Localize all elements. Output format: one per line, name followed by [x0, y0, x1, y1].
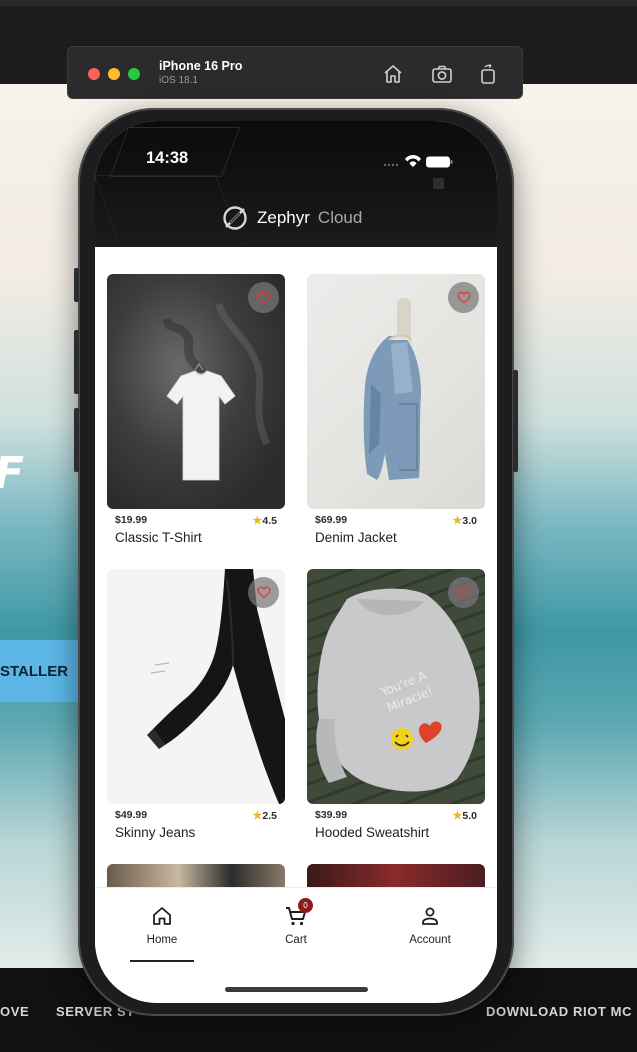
product-rating: ★5.0: [452, 810, 477, 822]
heart-icon: [257, 586, 270, 599]
product-rating: ★4.5: [252, 515, 277, 527]
background-installer-button[interactable]: STALLER: [0, 640, 78, 702]
camera-dot: [433, 178, 444, 189]
power-button[interactable]: [513, 370, 518, 472]
rotate-icon[interactable]: [476, 62, 500, 86]
product-card[interactable]: $69.99 ★3.0 Denim Jacket: [307, 274, 485, 554]
product-card[interactable]: [107, 864, 285, 887]
home-indicator[interactable]: [225, 987, 368, 992]
product-image: [307, 274, 485, 509]
product-image: [307, 864, 485, 887]
product-image: [107, 864, 285, 887]
product-card[interactable]: [307, 864, 485, 887]
product-price: $39.99: [315, 809, 348, 821]
star-icon: ★: [252, 515, 263, 527]
brand-suffix: Cloud: [317, 208, 363, 227]
product-name: Classic T-Shirt: [115, 530, 202, 545]
home-icon: [153, 907, 171, 925]
favorite-button[interactable]: [248, 577, 279, 608]
zephyr-logo-icon: [223, 206, 247, 230]
brand-logo: Zephyr Cloud: [221, 204, 362, 232]
product-grid: $19.99 ★4.5 Classic T-Shirt $69.99 ★3.0 …: [95, 247, 497, 887]
product-price: $69.99: [315, 514, 348, 526]
product-price: $49.99: [115, 809, 148, 821]
tab-label: Account: [409, 934, 451, 946]
star-icon: ★: [452, 810, 463, 822]
product-rating: ★2.5: [252, 810, 277, 822]
product-name: Denim Jacket: [315, 530, 397, 545]
simulator-toolbar: iPhone 16 Pro iOS 18.1: [67, 46, 523, 99]
tab-account[interactable]: Account: [363, 904, 497, 964]
heart-icon: [457, 586, 470, 599]
product-name: Hooded Sweatshirt: [315, 825, 430, 840]
action-button[interactable]: [74, 268, 79, 302]
status-time: 14:38: [146, 149, 189, 167]
footer-link[interactable]: DOWNLOAD RIOT MC: [486, 1004, 632, 1019]
status-indicators: [383, 155, 453, 168]
tab-cart[interactable]: 0 Cart: [229, 898, 363, 964]
tab-label: Home: [146, 934, 178, 946]
heart-icon: [457, 291, 470, 304]
product-image: [107, 274, 285, 509]
product-card[interactable]: $49.99 ★2.5 Skinny Jeans: [107, 569, 285, 849]
os-version: iOS 18.1: [159, 75, 198, 86]
close-window-button[interactable]: [88, 68, 100, 80]
product-image: You're A Miracle!: [307, 569, 485, 804]
app-header: 14:38 Zephyr Cloud: [95, 121, 497, 247]
product-card[interactable]: $19.99 ★4.5 Classic T-Shirt: [107, 274, 285, 554]
product-rating: ★3.0: [452, 515, 477, 527]
background-logo-fragment: F: [0, 452, 24, 496]
selected-tab-indicator: [130, 960, 194, 962]
favorite-button[interactable]: [248, 282, 279, 313]
favorite-button[interactable]: [448, 577, 479, 608]
product-card[interactable]: You're A Miracle! $39.99 ★5.0 Hooded Swe…: [307, 569, 485, 849]
product-image: [107, 569, 285, 804]
volume-down-button[interactable]: [74, 408, 79, 472]
volume-up-button[interactable]: [74, 330, 79, 394]
phone-screen: 14:38 Zephyr Cloud $19.99 ★4.5 Classic T…: [95, 121, 497, 1003]
brand-name: Zephyr: [257, 208, 310, 227]
tab-label: Cart: [285, 934, 307, 946]
device-name: iPhone 16 Pro: [159, 59, 243, 73]
footer-link[interactable]: OVE: [0, 1004, 29, 1019]
tab-home[interactable]: Home: [95, 904, 229, 964]
screenshot-icon[interactable]: [430, 62, 454, 86]
star-icon: ★: [252, 810, 263, 822]
product-price: $19.99: [115, 514, 148, 526]
cart-count-badge: 0: [298, 898, 313, 913]
bottom-tab-bar: Home 0 Cart Account: [95, 887, 497, 1003]
minimize-window-button[interactable]: [108, 68, 120, 80]
product-name: Skinny Jeans: [115, 825, 196, 840]
favorite-button[interactable]: [448, 282, 479, 313]
zoom-window-button[interactable]: [128, 68, 140, 80]
person-icon: [422, 907, 438, 925]
star-icon: ★: [452, 515, 463, 527]
heart-icon: [257, 291, 270, 304]
home-icon[interactable]: [381, 62, 405, 86]
